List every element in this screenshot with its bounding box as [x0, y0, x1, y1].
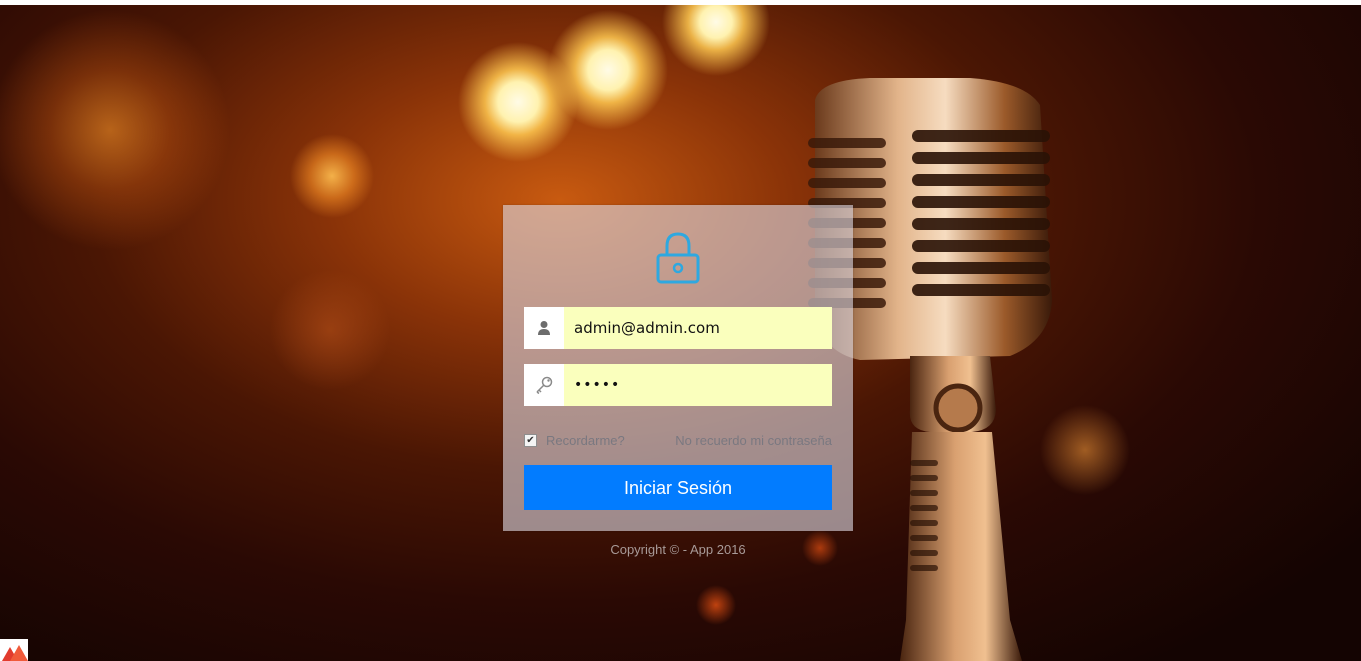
login-panel: admin@admin.com ••••• ✔ Recordarme? No r…: [503, 205, 853, 531]
remember-me[interactable]: ✔ Recordarme?: [524, 433, 625, 448]
copyright-text: Copyright © - App 2016: [610, 542, 746, 557]
email-input[interactable]: admin@admin.com: [564, 307, 832, 349]
remember-label: Recordarme?: [546, 433, 625, 448]
login-button[interactable]: Iniciar Sesión: [524, 465, 832, 510]
lock-icon: [656, 232, 700, 284]
key-icon: [524, 364, 564, 406]
top-strip: [0, 0, 1361, 5]
email-field[interactable]: admin@admin.com: [524, 307, 832, 349]
forgot-password-link[interactable]: No recuerdo mi contraseña: [675, 433, 832, 448]
corner-logo: [0, 639, 28, 661]
remember-checkbox[interactable]: ✔: [524, 434, 537, 447]
user-icon: [524, 307, 564, 349]
password-input[interactable]: •••••: [564, 364, 832, 406]
password-field[interactable]: •••••: [524, 364, 832, 406]
login-page: admin@admin.com ••••• ✔ Recordarme? No r…: [0, 0, 1361, 661]
